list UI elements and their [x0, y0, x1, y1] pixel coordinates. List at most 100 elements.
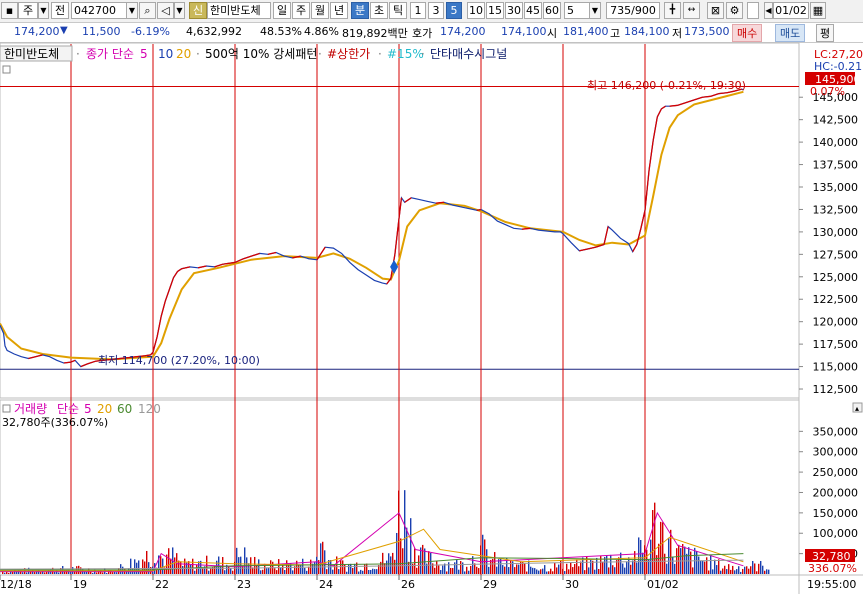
volume-bar: [764, 570, 766, 574]
volume-bar: [540, 569, 542, 574]
volume-bar: [260, 570, 262, 574]
volume-bar: [184, 558, 186, 574]
volume-bar: [342, 560, 344, 574]
volume-bar: [708, 570, 710, 574]
volume-bar: [210, 568, 212, 574]
volume-bar: [178, 560, 180, 574]
stock-chart[interactable]: 145,000142,500140,000137,500135,000132,5…: [0, 0, 863, 594]
volume-bar: [360, 569, 362, 574]
price-up-segment: [267, 251, 277, 255]
volume-bar: [22, 572, 24, 574]
signal-marker-icon: [390, 259, 399, 274]
volume-bar: [372, 568, 374, 574]
volume-bar: [256, 565, 258, 574]
volume-bar: [384, 563, 386, 574]
price-up-segment: [702, 95, 711, 98]
volume-bar: [476, 566, 478, 574]
volume-bar: [588, 567, 590, 574]
price-tick-label: 117,500: [813, 338, 859, 351]
volume-bar: [702, 560, 704, 574]
volume-bar: [26, 572, 28, 574]
volume-bar: [706, 557, 708, 574]
volume-bar: [612, 565, 614, 574]
volume-bar: [276, 570, 278, 574]
volume-bar: [436, 561, 438, 574]
volume-bar: [190, 564, 192, 574]
volume-bar: [352, 567, 354, 574]
volume-bar: [390, 556, 392, 574]
volume-bar: [300, 565, 302, 574]
legend-name: 한미반도체: [4, 47, 59, 61]
price-up-segment: [521, 227, 531, 230]
volume-bar: [730, 569, 732, 574]
volume-bar: [368, 570, 370, 574]
volume-bar: [398, 490, 400, 574]
pane-checkbox[interactable]: [2, 65, 11, 74]
price-up-segment: [63, 361, 72, 364]
volume-bar: [418, 555, 420, 574]
volume-bar: [682, 544, 684, 574]
volume-bar: [710, 554, 712, 574]
price-tick-label: 130,000: [813, 226, 859, 239]
volume-bar: [664, 553, 666, 574]
volume-tick-label: 350,000: [813, 425, 859, 438]
volume-bar: [194, 570, 196, 574]
volume-bar: [354, 563, 356, 574]
price-tick-label: 115,000: [813, 361, 859, 374]
volume-bar: [222, 557, 224, 574]
time-tick-label: 23: [237, 578, 251, 591]
volume-bar: [274, 568, 276, 574]
volume-bar: [288, 564, 290, 574]
volume-bar: [464, 571, 466, 574]
price-tick-label: 122,500: [813, 293, 859, 306]
volume-bar: [592, 560, 594, 574]
volume-label: 거래량: [14, 402, 47, 416]
price-up-segment: [168, 277, 175, 290]
volume-bar: [376, 569, 378, 574]
price-up-segment: [579, 248, 588, 252]
legend-ma10: 10: [158, 47, 173, 61]
legend-ma-type: 종가 단순: [86, 47, 134, 61]
volume-bar: [202, 568, 204, 574]
volume-bar: [160, 556, 162, 574]
volume-bar: [712, 569, 714, 574]
volume-bar: [408, 561, 410, 574]
volume-bar: [502, 565, 504, 574]
volume-bar: [578, 566, 580, 574]
volume-bar: [386, 560, 388, 574]
volume-bar: [536, 569, 538, 574]
price-up-segment: [644, 169, 650, 211]
price-up-segment: [652, 116, 658, 141]
price-up-segment: [197, 265, 207, 269]
volume-tick-label: 300,000: [813, 446, 859, 459]
price-series: [0, 88, 744, 368]
volume-bar: [550, 568, 552, 574]
volume-bar: [428, 551, 430, 574]
volume-bar: [430, 552, 432, 574]
volume-bar: [504, 566, 506, 574]
volume-bar: [406, 527, 408, 574]
volume-bar: [718, 559, 720, 574]
volume-bar: [450, 567, 452, 574]
volume-bar: [652, 510, 654, 574]
volume-bar: [468, 570, 470, 574]
volume-bar: [44, 572, 46, 574]
volume-bar: [610, 554, 612, 574]
volume-bar: [446, 571, 448, 574]
volume-bar: [620, 552, 622, 574]
volume-tick-label: 100,000: [813, 527, 859, 540]
volume-bar: [402, 548, 404, 574]
vol-ma120: 120: [138, 402, 161, 416]
volume-bar: [54, 571, 56, 574]
last-pct: 0.07%: [810, 85, 845, 98]
volume-bar: [268, 567, 270, 574]
volume-bar: [370, 569, 372, 574]
price-up-segment: [640, 210, 646, 229]
volume-tick-label: 250,000: [813, 466, 859, 479]
volume-bar: [740, 571, 742, 574]
volume-checkbox[interactable]: [2, 404, 11, 413]
volume-bar: [266, 568, 268, 574]
volume-bar: [174, 557, 176, 574]
volume-bar: [358, 571, 360, 574]
volume-bar: [722, 568, 724, 574]
